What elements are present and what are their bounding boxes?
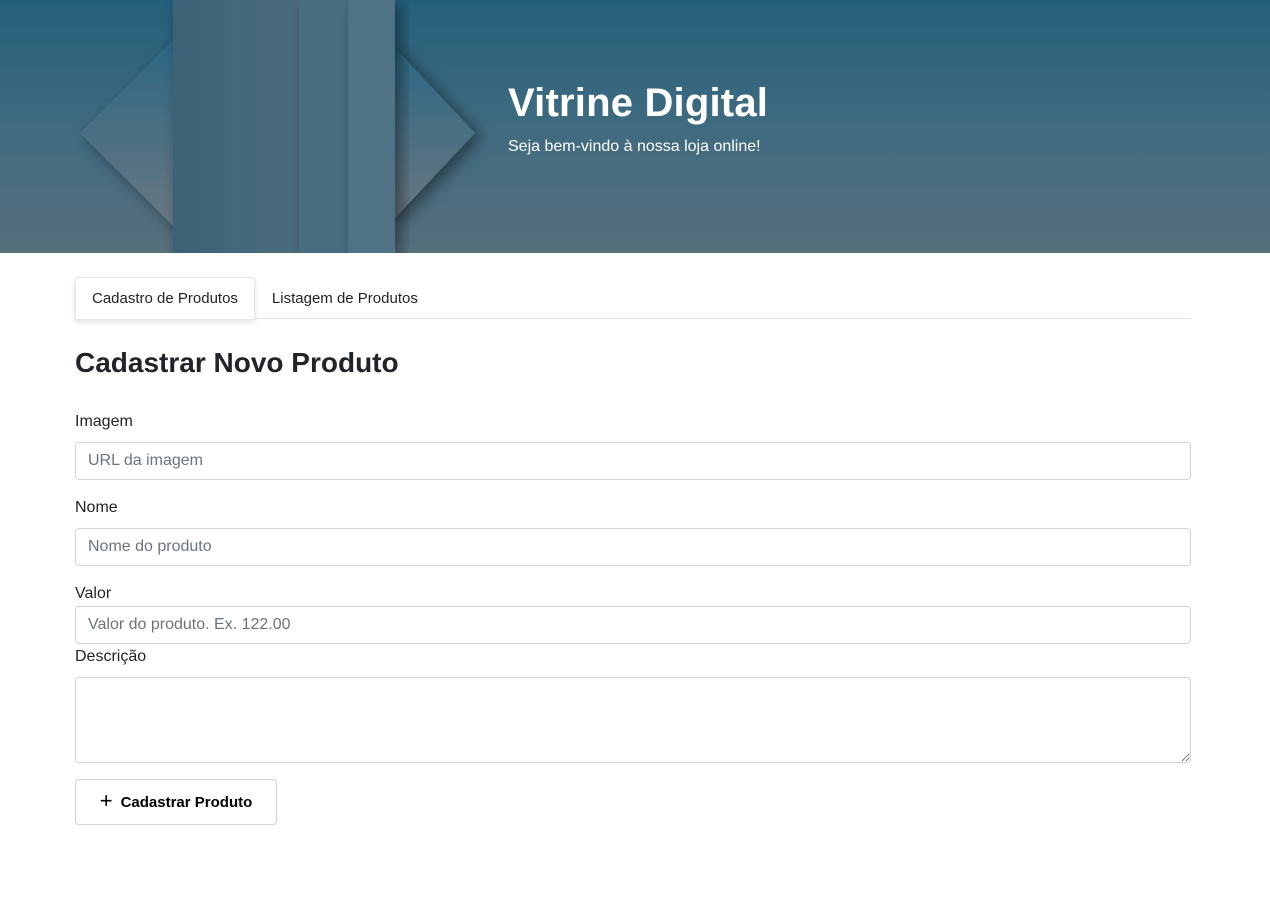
nome-label: Nome — [75, 499, 118, 516]
cadastrar-produto-button[interactable]: + Cadastrar Produto — [75, 779, 277, 825]
hero-panel-3 — [348, 0, 395, 253]
nome-input[interactable] — [75, 528, 1191, 566]
valor-label: Valor — [75, 585, 112, 602]
hero-text: Vitrine Digital Seja bem-vindo à nossa l… — [508, 80, 768, 157]
page-title: Cadastrar Novo Produto — [75, 347, 399, 378]
hero-title: Vitrine Digital — [508, 81, 769, 125]
descricao-textarea[interactable] — [75, 677, 1191, 763]
valor-input[interactable] — [75, 606, 1191, 644]
imagem-url-input[interactable] — [75, 442, 1191, 480]
main-container: Cadastro de Produtos Listagem de Produto… — [75, 277, 1191, 825]
descricao-label: Descrição — [75, 648, 147, 665]
hero-panel-1 — [173, 0, 299, 253]
hero-panel-2 — [299, 0, 348, 253]
product-form: Imagem Nome Valor Descrição + Cadastrar … — [75, 412, 1191, 825]
tab-bar: Cadastro de Produtos Listagem de Produto… — [75, 277, 1191, 320]
cadastrar-produto-label: Cadastrar Produto — [120, 793, 253, 811]
hero-banner: Vitrine Digital Seja bem-vindo à nossa l… — [0, 0, 1270, 253]
tab-cadastro-produtos[interactable]: Cadastro de Produtos — [75, 277, 255, 320]
tab-listagem-produtos[interactable]: Listagem de Produtos — [255, 277, 435, 319]
plus-icon: + — [99, 788, 113, 813]
imagem-label: Imagem — [75, 413, 133, 430]
hero-subtitle: Seja bem-vindo à nossa loja online! — [508, 138, 761, 155]
